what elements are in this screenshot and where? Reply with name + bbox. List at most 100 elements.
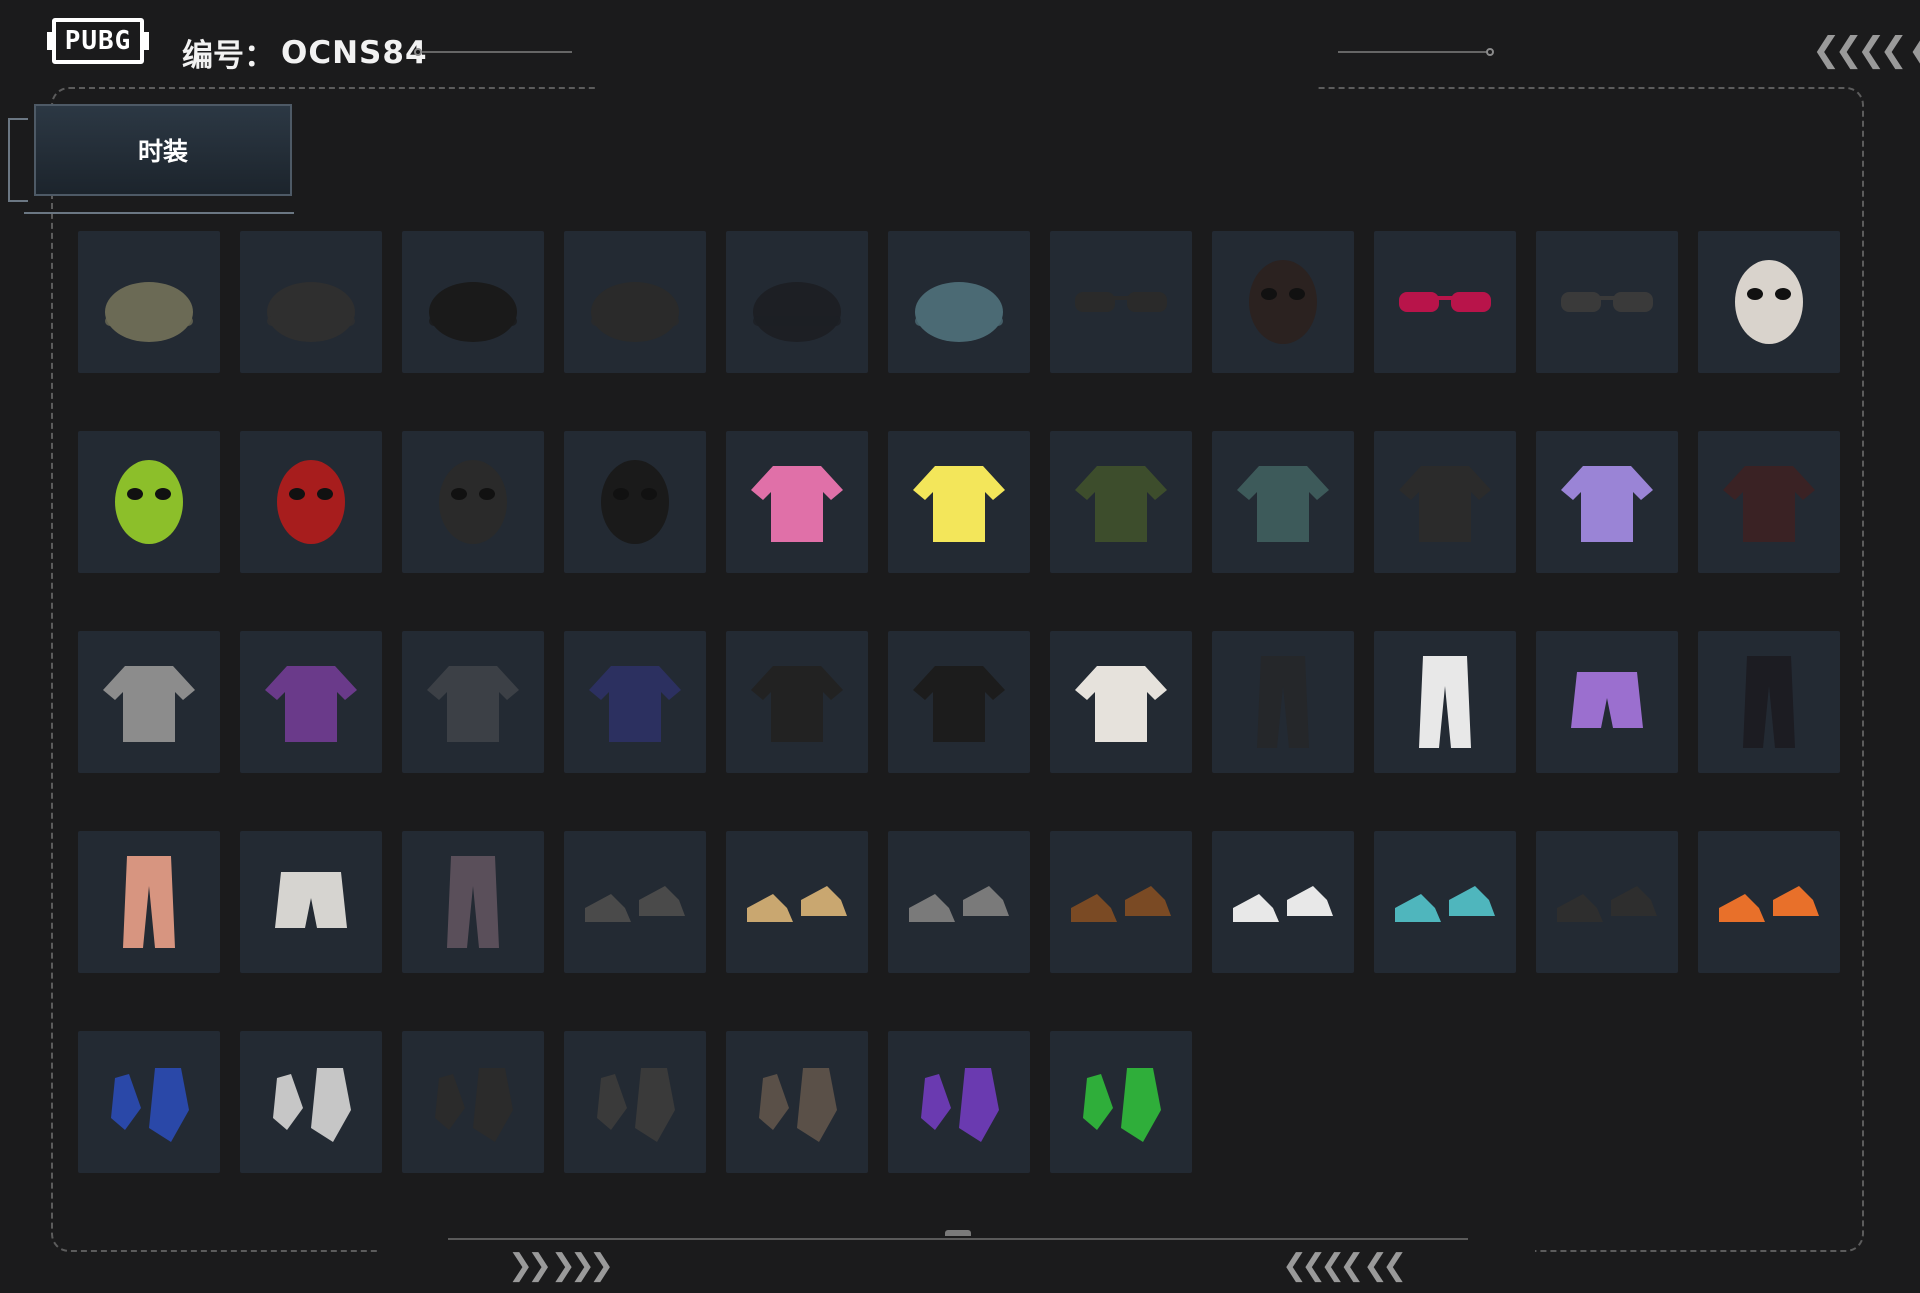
- outfit-item[interactable]: [1212, 831, 1354, 973]
- outfit-item[interactable]: [1050, 631, 1192, 773]
- bunny-shoes-icon: [585, 886, 685, 922]
- tactical-glasses-icon: [1075, 292, 1167, 312]
- bucket-hat-icon: [915, 282, 1003, 342]
- white-sneakers-icon: [1233, 886, 1333, 922]
- outfit-item[interactable]: [564, 231, 706, 373]
- outfit-item[interactable]: [726, 631, 868, 773]
- outfit-item[interactable]: [1536, 631, 1678, 773]
- outfit-item[interactable]: [240, 231, 382, 373]
- green-sweater-icon: [1075, 466, 1167, 542]
- outfit-item[interactable]: [726, 831, 868, 973]
- fur-boots-icon: [1557, 886, 1657, 922]
- outfit-item[interactable]: [888, 431, 1030, 573]
- outfit-item[interactable]: [564, 1031, 706, 1173]
- leather-jacket-icon: [751, 666, 843, 742]
- outfit-item[interactable]: [564, 631, 706, 773]
- outfit-item[interactable]: [240, 431, 382, 573]
- tab-bracket-left: [8, 118, 28, 202]
- outfit-item[interactable]: [1698, 831, 1840, 973]
- outfit-item[interactable]: [240, 631, 382, 773]
- outfit-item[interactable]: [888, 231, 1030, 373]
- outfit-item[interactable]: [78, 831, 220, 973]
- outfit-item[interactable]: [1536, 831, 1678, 973]
- outfit-item[interactable]: [726, 431, 868, 573]
- outfit-item[interactable]: [240, 1031, 382, 1173]
- outfit-item[interactable]: [888, 631, 1030, 773]
- outfit-item[interactable]: [402, 1031, 544, 1173]
- outfit-item[interactable]: [78, 1031, 220, 1173]
- scroll-indicator[interactable]: [945, 1230, 971, 1236]
- blue-white-gloves-icon: [111, 1068, 189, 1142]
- outfit-item[interactable]: [1374, 431, 1516, 573]
- outfit-item[interactable]: [1374, 231, 1516, 373]
- logo-text: PUBG: [64, 26, 132, 56]
- outfit-item[interactable]: [726, 1031, 868, 1173]
- outfit-item[interactable]: [726, 231, 868, 373]
- tab-fashion[interactable]: 时装: [34, 104, 292, 196]
- black-purple-pants-icon: [1743, 656, 1795, 748]
- navy-sweatshirt-icon: [589, 666, 681, 742]
- outfit-item[interactable]: [402, 431, 544, 573]
- green-gloves-icon: [1083, 1068, 1161, 1142]
- fingerless-gloves-icon: [435, 1068, 513, 1142]
- dark-cap-icon: [753, 282, 841, 342]
- outfit-item[interactable]: [1050, 831, 1192, 973]
- purple-gloves-icon: [921, 1068, 999, 1142]
- outfit-item[interactable]: [1212, 431, 1354, 573]
- outfit-item[interactable]: [78, 631, 220, 773]
- outfit-item[interactable]: [1050, 1031, 1192, 1173]
- outfit-item[interactable]: [564, 431, 706, 573]
- purple-shorts-icon: [1571, 672, 1643, 728]
- outfit-item[interactable]: [78, 431, 220, 573]
- teeth-face-mask-icon: [601, 460, 669, 544]
- white-hand-gloves-icon: [273, 1068, 351, 1142]
- outfit-item[interactable]: [402, 231, 544, 373]
- headset-cap-icon: [105, 282, 193, 342]
- header-divider-left: [422, 51, 572, 53]
- beanie-icon: [591, 282, 679, 342]
- outfit-item[interactable]: [1698, 631, 1840, 773]
- outfit-item[interactable]: [1698, 431, 1840, 573]
- outfit-item[interactable]: [402, 631, 544, 773]
- orange-white-jacket-icon: [1075, 666, 1167, 742]
- outfit-item[interactable]: [1374, 831, 1516, 973]
- outfit-item[interactable]: [1536, 431, 1678, 573]
- outfit-item[interactable]: [240, 831, 382, 973]
- floral-shirt-icon: [1237, 466, 1329, 542]
- outfit-item[interactable]: [888, 1031, 1030, 1173]
- chevrons-right-icon: ❯❯ ❯❯❯: [508, 1248, 614, 1283]
- header-divider-right: [1338, 51, 1488, 53]
- frame-gap-top: [595, 80, 1318, 96]
- black-sunglasses-icon: [1561, 292, 1653, 312]
- outfit-item[interactable]: [1374, 631, 1516, 773]
- outfit-item[interactable]: [402, 831, 544, 973]
- white-shorts-icon: [275, 872, 347, 928]
- tactical-mask-icon: [439, 460, 507, 544]
- outfit-item[interactable]: [1212, 231, 1354, 373]
- tactical-gloves-icon: [759, 1068, 837, 1142]
- wrap-gloves-icon: [597, 1068, 675, 1142]
- outfit-item[interactable]: [78, 231, 220, 373]
- outfit-item[interactable]: [1050, 231, 1192, 373]
- tan-boots-icon: [747, 886, 847, 922]
- clown-mask-icon: [1735, 260, 1803, 344]
- outfit-item[interactable]: [1212, 631, 1354, 773]
- red-demon-mask-icon: [277, 460, 345, 544]
- purple-bomber-icon: [265, 666, 357, 742]
- outfit-item[interactable]: [888, 831, 1030, 973]
- camo-pants-icon: [447, 856, 499, 948]
- cat-mask-icon: [1249, 260, 1317, 344]
- outfit-item[interactable]: [1698, 231, 1840, 373]
- serial-label: 编号：: [182, 38, 275, 74]
- chevrons-left-icon: ❮❮❮❮ ❮: [1812, 30, 1920, 70]
- outfit-item[interactable]: [1050, 431, 1192, 573]
- outfit-item[interactable]: [564, 831, 706, 973]
- silver-jacket-icon: [103, 666, 195, 742]
- pink-jacket-icon: [751, 466, 843, 542]
- bottom-divider: [448, 1238, 1468, 1240]
- outfit-item[interactable]: [1536, 231, 1678, 373]
- yellow-tshirt-icon: [913, 466, 1005, 542]
- orange-sneakers-icon: [1719, 886, 1819, 922]
- line-dot-icon: [414, 48, 422, 56]
- white-pants-icon: [1419, 656, 1471, 748]
